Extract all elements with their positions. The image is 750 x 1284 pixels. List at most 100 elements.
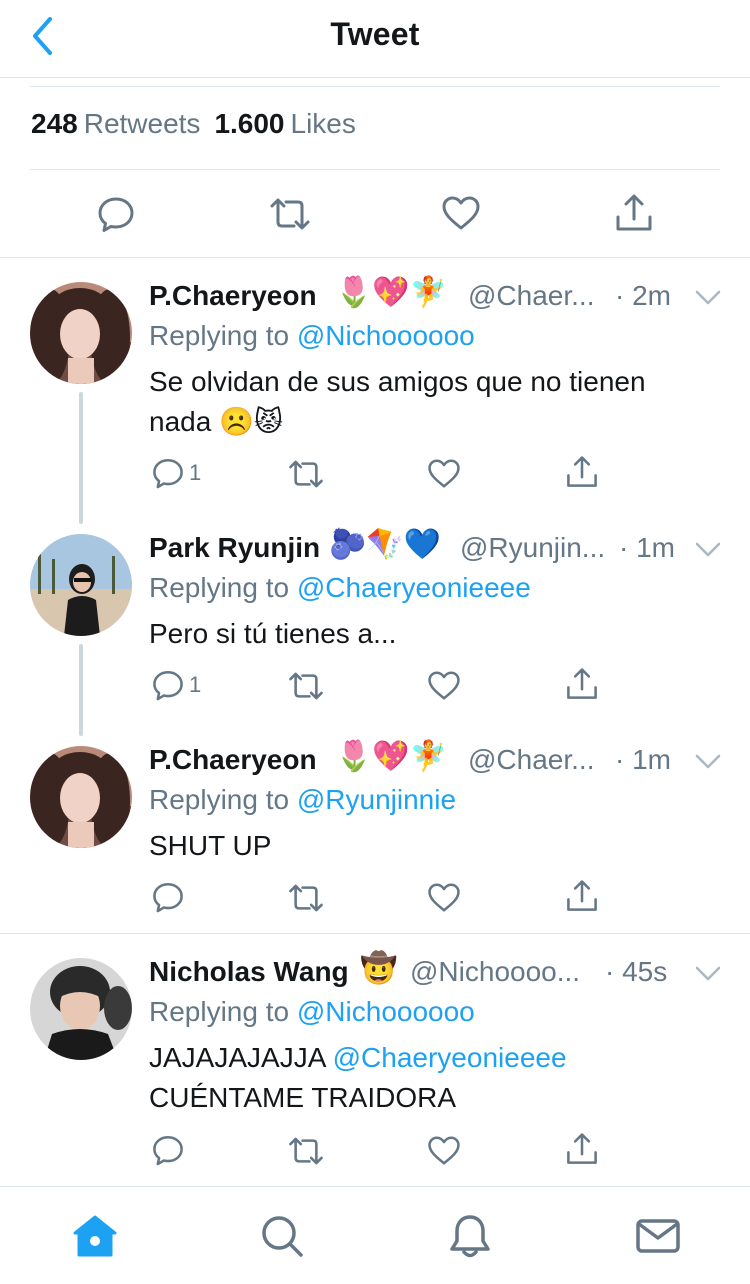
retweet-icon	[289, 672, 323, 700]
thread-connector	[79, 644, 83, 736]
tweet-author-name[interactable]: P.Chaeryeon	[149, 280, 317, 312]
main-share-button[interactable]	[614, 193, 654, 233]
divider	[0, 257, 750, 258]
avatar[interactable]	[30, 746, 132, 848]
tweet-author-name[interactable]: Park Ryunjin	[149, 532, 320, 564]
tweet-author-name[interactable]: P.Chaeryeon	[149, 744, 317, 776]
retweet-icon	[270, 198, 310, 230]
avatar[interactable]	[30, 282, 132, 384]
replying-to: Replying to @Chaeryeonieeee	[149, 572, 531, 604]
reply-count: 1	[189, 460, 202, 485]
tab-notifications[interactable]	[445, 1211, 495, 1261]
home-icon	[73, 1215, 117, 1257]
like-button[interactable]	[427, 1135, 461, 1166]
tweet-body-text: CUÉNTAME TRAIDORA	[149, 1082, 456, 1113]
tweet-body: Pero si tú tienes a...	[149, 618, 397, 649]
tweet-author-handle[interactable]: @Chaer...	[468, 280, 594, 312]
chevron-down-icon	[695, 754, 721, 769]
tweet-author-handle[interactable]: @Chaer...	[468, 744, 594, 776]
divider	[30, 169, 720, 170]
engagement-stats: 248 Retweets 1.600 Likes	[31, 108, 356, 140]
chevron-down-icon	[695, 290, 721, 305]
retweet-icon	[289, 884, 323, 912]
reply-button[interactable]: 1	[151, 456, 201, 490]
divider	[0, 933, 750, 934]
bottom-tab-bar	[0, 1186, 750, 1284]
heart-icon	[428, 671, 460, 700]
reply-icon	[153, 1135, 183, 1166]
chevron-down-icon	[695, 966, 721, 981]
tweet-author-handle[interactable]: @Ryunjin...	[460, 532, 605, 564]
heart-icon	[428, 883, 460, 912]
thread-connector	[79, 392, 83, 524]
tab-search[interactable]	[257, 1211, 307, 1261]
tweet-body: Se olvidan de sus amigos que no tienen n…	[149, 366, 646, 437]
name-emojis: 🫐🪁💙	[329, 528, 442, 561]
retweet-button[interactable]	[287, 882, 325, 914]
divider	[30, 86, 720, 87]
main-retweet-button[interactable]	[268, 196, 312, 232]
retweet-button[interactable]	[287, 458, 325, 490]
tweet-timestamp: · 1m	[615, 744, 671, 775]
share-button[interactable]	[565, 667, 599, 701]
tab-messages[interactable]	[633, 1211, 683, 1261]
avatar[interactable]	[30, 958, 132, 1060]
tweet-body-text: JAJAJAJAJJA	[149, 1042, 325, 1073]
tweet-timestamp: · 45s	[605, 956, 668, 987]
like-button[interactable]	[427, 882, 461, 913]
retweet-icon	[289, 1137, 323, 1165]
share-icon	[567, 456, 597, 487]
like-button[interactable]	[427, 670, 461, 701]
tab-home[interactable]	[70, 1211, 120, 1261]
replying-label: Replying to	[149, 784, 290, 815]
envelope-icon	[636, 1219, 680, 1253]
tweet-more-button[interactable]	[694, 288, 722, 308]
like-button[interactable]	[427, 458, 461, 489]
share-button[interactable]	[565, 879, 599, 913]
likes-label[interactable]: Likes	[291, 108, 356, 139]
tweet-body: SHUT UP	[149, 830, 272, 861]
main-like-button[interactable]	[441, 195, 481, 231]
reply-button[interactable]: 1	[151, 668, 201, 702]
reply-button[interactable]	[151, 880, 185, 914]
share-button[interactable]	[565, 455, 599, 489]
retweets-count[interactable]: 248	[31, 108, 78, 139]
name-emojis: 🤠	[360, 952, 398, 985]
replying-label: Replying to	[149, 320, 290, 351]
reply-icon	[98, 197, 134, 232]
avatar[interactable]	[30, 534, 132, 636]
tweet-author-name[interactable]: Nicholas Wang	[149, 956, 349, 988]
retweets-label[interactable]: Retweets	[84, 108, 201, 139]
replying-to: Replying to @Nichoooooo	[149, 320, 475, 352]
replying-to: Replying to @Ryunjinnie	[149, 784, 456, 816]
tweet-more-button[interactable]	[694, 540, 722, 560]
heart-icon	[442, 196, 480, 230]
share-icon	[616, 194, 652, 231]
tweet-more-button[interactable]	[694, 964, 722, 984]
retweet-button[interactable]	[287, 670, 325, 702]
reply-icon	[153, 670, 183, 701]
reply-icon	[153, 458, 183, 489]
retweet-button[interactable]	[287, 1135, 325, 1167]
share-icon	[567, 880, 597, 911]
tweet-body-mention[interactable]: @Chaeryeonieeee	[333, 1042, 567, 1073]
replying-mention[interactable]: @Nichoooooo	[297, 320, 475, 351]
replying-mention[interactable]: @Ryunjinnie	[297, 784, 456, 815]
replying-to: Replying to @Nichoooooo	[149, 996, 475, 1028]
retweet-icon	[289, 460, 323, 488]
tweet-timestamp: · 2m	[615, 280, 671, 311]
share-icon	[567, 668, 597, 699]
tweet-body: JAJAJAJAJJA @Chaeryeonieeee CUÉNTAME TRA…	[149, 1038, 709, 1118]
name-emojis: 🌷💖🧚	[335, 740, 448, 773]
reply-button[interactable]	[151, 1133, 185, 1167]
replying-mention[interactable]: @Nichoooooo	[297, 996, 475, 1027]
heart-icon	[428, 459, 460, 488]
reply-icon	[153, 882, 183, 913]
main-reply-button[interactable]	[96, 194, 136, 234]
replying-mention[interactable]: @Chaeryeonieeee	[297, 572, 531, 603]
tweet-more-button[interactable]	[694, 752, 722, 772]
likes-count[interactable]: 1.600	[214, 108, 284, 139]
tweet-author-handle[interactable]: @Nichoooo...	[410, 956, 580, 988]
share-button[interactable]	[565, 1132, 599, 1166]
heart-icon	[428, 1136, 460, 1165]
